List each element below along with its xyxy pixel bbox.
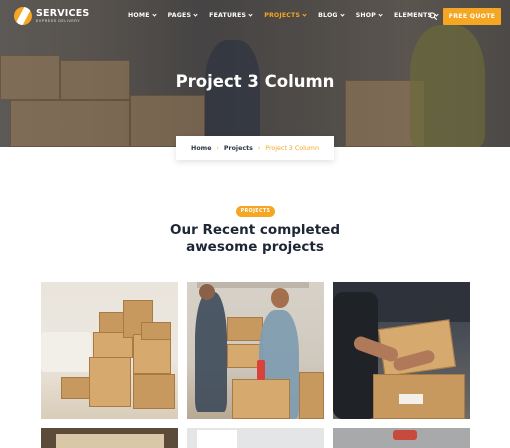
nav-label: HOME <box>128 12 150 19</box>
nav-label: PROJECTS <box>264 12 301 19</box>
cardboard-box <box>227 317 263 341</box>
cardboard-box <box>89 357 131 407</box>
search-icon[interactable] <box>429 12 437 20</box>
nav-item-home[interactable]: HOME <box>128 12 157 19</box>
project-card[interactable] <box>333 428 470 448</box>
chevron-right-icon: › <box>257 144 261 152</box>
breadcrumb-projects[interactable]: Projects <box>224 145 253 152</box>
nav-label: ELEMENTS <box>393 12 433 19</box>
card-image-detail <box>393 430 417 440</box>
nav-item-blog[interactable]: BLOG <box>318 12 345 19</box>
project-card[interactable] <box>187 282 324 419</box>
project-card[interactable] <box>41 282 178 419</box>
project-card[interactable] <box>333 282 470 419</box>
chevron-down-icon <box>378 12 383 17</box>
cardboard-box <box>133 334 171 374</box>
shipping-label <box>399 394 423 404</box>
cardboard-box <box>299 372 324 419</box>
chevron-down-icon <box>340 12 345 17</box>
project-card[interactable] <box>41 428 178 448</box>
page-hero: SERVICES EXPRESS DELIVERY HOME PAGES FEA… <box>0 0 510 147</box>
chevron-down-icon <box>302 12 307 17</box>
section-heading: Our Recent completed awesome projects <box>0 222 510 256</box>
cardboard-box <box>141 322 171 340</box>
chevron-down-icon <box>193 12 198 17</box>
breadcrumb-current: Project 3 Column <box>265 144 319 152</box>
card-image-detail <box>197 430 237 448</box>
worker-head <box>271 288 289 308</box>
main-nav: HOME PAGES FEATURES PROJECTS BLOG SHOP E… <box>128 12 450 19</box>
nav-label: PAGES <box>167 12 192 19</box>
nav-label: FEATURES <box>209 12 247 19</box>
chevron-right-icon: › <box>216 144 219 152</box>
breadcrumb: Home › Projects › Project 3 Column <box>176 136 334 160</box>
bg-box <box>10 100 130 147</box>
cardboard-box <box>232 379 290 419</box>
chevron-down-icon <box>152 12 157 17</box>
bg-person <box>205 40 260 147</box>
project-card[interactable] <box>187 428 324 448</box>
chevron-down-icon <box>248 12 253 17</box>
worker-head <box>199 284 215 300</box>
site-header: SERVICES EXPRESS DELIVERY HOME PAGES FEA… <box>0 0 510 33</box>
cardboard-box <box>133 374 175 409</box>
cardboard-box <box>61 377 91 399</box>
nav-label: BLOG <box>318 12 338 19</box>
site-logo[interactable]: SERVICES EXPRESS DELIVERY <box>14 7 89 25</box>
nav-label: SHOP <box>355 12 376 19</box>
nav-item-pages[interactable]: PAGES <box>168 12 198 19</box>
free-quote-button[interactable]: FREE QUOTE <box>443 8 501 25</box>
page-title: Project 3 Column <box>175 72 335 91</box>
section-heading-line1: Our Recent completed <box>170 222 340 238</box>
nav-item-features[interactable]: FEATURES <box>209 12 253 19</box>
worker-figure <box>195 292 227 412</box>
logo-tagline: EXPRESS DELIVERY <box>36 18 81 23</box>
sofa-shape <box>41 332 91 372</box>
logo-icon <box>14 7 32 25</box>
tape-dispenser <box>257 360 265 380</box>
breadcrumb-home[interactable]: Home <box>191 145 211 152</box>
nav-item-shop[interactable]: SHOP <box>355 12 383 19</box>
nav-item-projects[interactable]: PROJECTS <box>264 12 307 19</box>
card-image-detail <box>56 434 164 448</box>
courier-figure <box>333 292 378 419</box>
section-heading-line2: awesome projects <box>186 239 324 255</box>
section-badge: PROJECTS <box>236 206 275 217</box>
logo-title: SERVICES <box>36 8 90 19</box>
